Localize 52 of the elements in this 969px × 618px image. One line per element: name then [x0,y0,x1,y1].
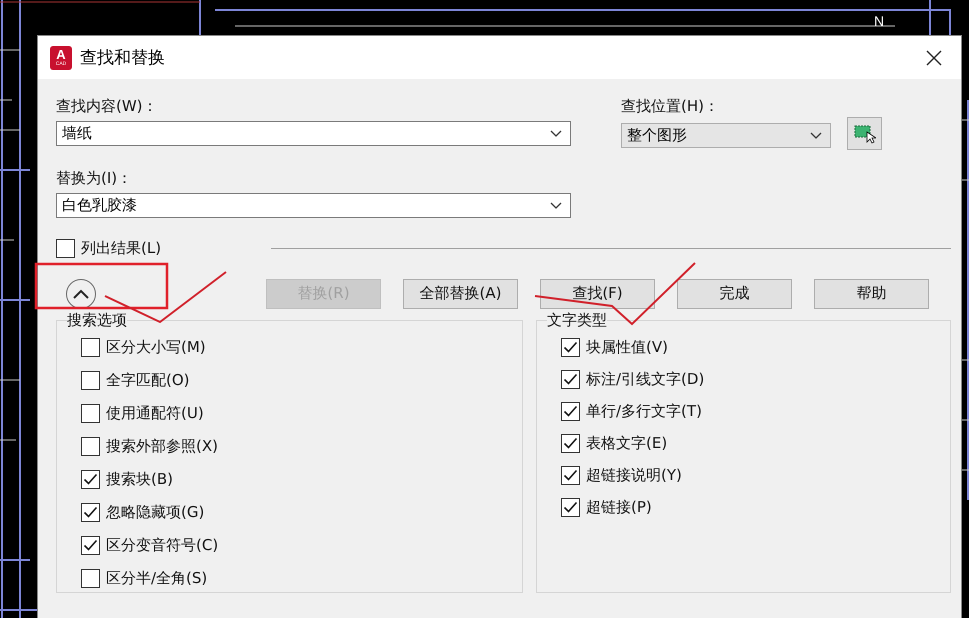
north-label: N [874,13,884,29]
checkbox-label: 超链接说明(Y) [586,466,682,484]
checkbox-label: 使用通配符(U) [106,404,204,422]
group-title: 文字类型 [547,311,607,330]
checkbox-label: 搜索外部参照(X) [106,436,218,456]
select-objects-button[interactable] [847,117,882,150]
dialog-button[interactable]: 帮助 [814,278,929,308]
checkbox-label: 超链接(P) [586,498,652,516]
checkbox[interactable] [561,466,580,484]
field-label: 查找位置(H)： [621,96,720,117]
window-title: 查找和替换 [80,47,166,69]
select-objects-icon [854,124,876,144]
checkbox-label: 块属性值(V) [586,338,668,356]
group-title: 搜索选项 [67,311,127,330]
checkbox-label: 单行/多行文字(T) [586,402,702,420]
checkbox[interactable] [81,338,100,356]
chevron-down-icon [550,202,562,210]
field-label: 替换为(I)： [56,168,134,189]
checkbox-label: 标注/引线文字(D) [586,370,704,388]
checkbox[interactable] [81,536,100,554]
checkbox-label: 列出结果(L) [81,238,162,258]
checkbox[interactable] [81,502,100,522]
checkbox[interactable] [561,402,580,420]
chevron-down-icon [810,132,822,140]
checkbox[interactable] [81,436,100,456]
find-where-dropdown[interactable]: 整个图形 [621,123,831,148]
checkbox[interactable] [81,568,100,588]
checkbox[interactable] [561,498,580,516]
find-what-combo[interactable]: 墙纸 [56,121,571,146]
checkbox[interactable] [561,434,580,452]
checkbox[interactable] [561,338,580,356]
checkbox[interactable] [56,238,75,258]
checkbox-label: 忽略隐藏项(G) [106,502,204,522]
checkbox[interactable] [81,470,100,488]
checkbox[interactable] [81,404,100,422]
checkbox-label: 区分大小写(M) [106,338,206,356]
checkbox-label: 表格文字(E) [586,434,668,452]
close-icon [926,50,942,66]
dialog-button[interactable]: 查找(F) [540,278,655,308]
dialog-button[interactable]: 完成 [677,278,792,308]
field-label: 查找内容(W)： [56,96,159,117]
replace-with-combo[interactable]: 白色乳胶漆 [56,193,571,218]
checkbox[interactable] [81,370,100,390]
checkbox-label: 搜索块(B) [106,470,173,488]
checkbox[interactable] [561,370,580,388]
checkbox-label: 全字匹配(O) [106,370,190,390]
dialog-button[interactable]: 全部替换(A) [403,278,518,308]
chevron-icon [73,288,89,298]
checkbox-label: 区分半/全角(S) [106,568,208,588]
chevron-down-icon [550,130,562,138]
checkbox-label: 区分变音符号(C) [106,536,218,554]
options-toggle-button[interactable] [66,278,96,308]
